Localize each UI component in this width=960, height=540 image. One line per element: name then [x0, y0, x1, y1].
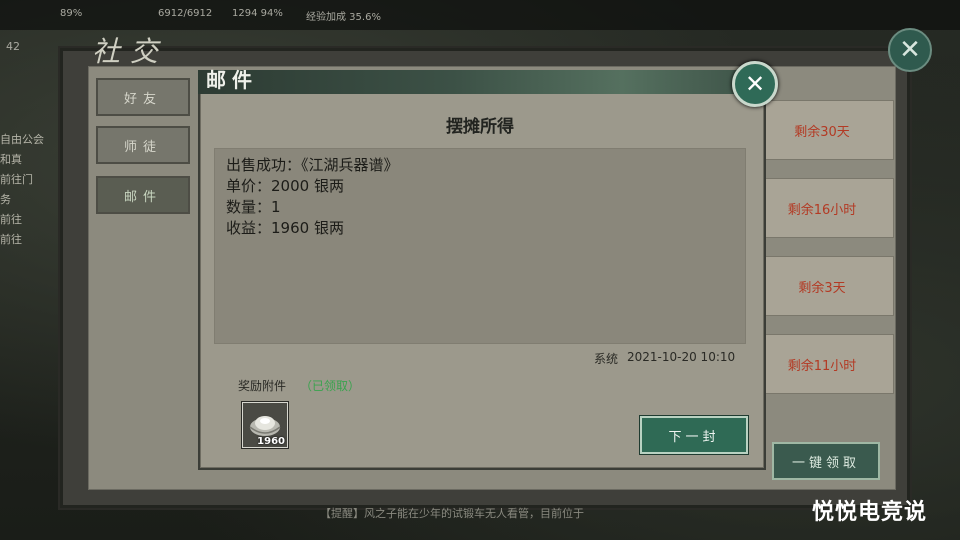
- attachment-item-slot[interactable]: 1960: [242, 402, 288, 448]
- attachment-status: （已领取）: [300, 379, 361, 393]
- quest-item: 和真: [0, 153, 22, 166]
- mail-list-expiry[interactable]: 剩余16小时: [750, 178, 894, 238]
- attachment-quantity: 1960: [257, 436, 285, 447]
- mail-list-expiry[interactable]: 剩余3天: [750, 256, 894, 316]
- hud-stat-4: 经验加成 35.6%: [306, 12, 381, 23]
- mail-timestamp: 2021-10-20 10:10: [627, 350, 736, 364]
- system-announcement: 【提醒】风之子能在少年的试锻车无人看管，目前位于: [320, 507, 584, 520]
- social-close-icon[interactable]: ✕: [888, 28, 932, 72]
- mail-body-line: 出售成功：《江湖兵器谱》: [226, 156, 399, 174]
- quest-item: 前往门: [0, 173, 33, 186]
- hud-stat-2: 6912/6912: [158, 8, 213, 19]
- mail-body-line: 单价：2000 银两: [226, 177, 344, 195]
- left-quest-strip[interactable]: 自由公会 和真 前往门 务 前往 前往: [0, 130, 58, 380]
- attachment-label: 奖励附件: [238, 379, 287, 393]
- tab-friends[interactable]: 好友: [96, 78, 190, 116]
- social-panel-title: 社交: [92, 35, 169, 68]
- mail-list-expiry[interactable]: 剩余11小时: [750, 334, 894, 394]
- player-level: 42: [6, 40, 20, 53]
- tab-mail[interactable]: 邮件: [96, 176, 190, 214]
- mail-list-expiry[interactable]: 剩余30天: [750, 100, 894, 160]
- quest-item: 前往: [0, 233, 22, 246]
- mail-dialog-header: [198, 70, 764, 94]
- mail-body-line: 收益：1960 银两: [226, 219, 344, 237]
- mail-subject: 摆摊所得: [446, 117, 514, 137]
- close-icon[interactable]: ✕: [732, 61, 778, 107]
- mail-sender: 系统: [594, 352, 619, 366]
- hud-stat-1: 89%: [60, 8, 83, 19]
- quest-item: 务: [0, 193, 11, 206]
- mail-body-line: 数量：1: [226, 198, 281, 216]
- watermark-text: 悦悦电竞说: [812, 500, 928, 525]
- tab-mentor[interactable]: 师徒: [96, 126, 190, 164]
- quest-item: 自由公会: [0, 133, 44, 146]
- hud-stat-3: 1294 94%: [232, 8, 283, 19]
- next-mail-button[interactable]: 下一封: [640, 416, 748, 454]
- hud-top-bar: [0, 0, 960, 30]
- mail-dialog-title: 邮件: [206, 67, 258, 92]
- claim-all-button[interactable]: 一键领取: [772, 442, 880, 480]
- quest-item: 前往: [0, 213, 22, 226]
